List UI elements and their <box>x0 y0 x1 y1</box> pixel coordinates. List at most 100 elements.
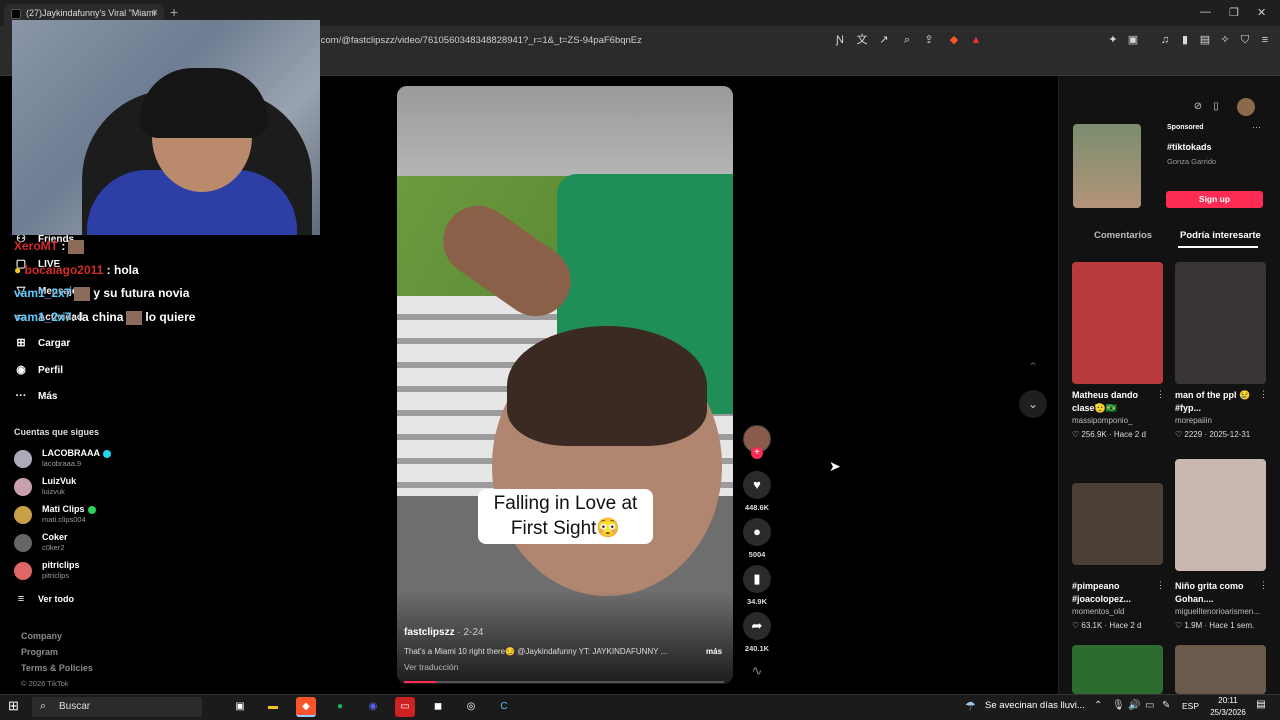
obs-icon[interactable]: ◎ <box>461 697 481 717</box>
verified-badge-icon <box>87 505 96 514</box>
nav-label: Cargar <box>38 337 71 349</box>
video-caption: Falling in Love at First Sight😳 <box>478 489 653 544</box>
weather-text[interactable]: Se avecinan días lluvi... <box>985 700 1085 711</box>
share-icon[interactable]: ⇪ <box>922 33 936 47</box>
ad-author: Gonza Garrido <box>1167 157 1217 166</box>
restore-icon[interactable]: ❐ <box>1229 6 1239 19</box>
follow-plus-icon[interactable]: + <box>751 447 763 459</box>
open-external-icon[interactable]: ↗ <box>877 33 891 47</box>
webcam-overlay <box>12 20 320 235</box>
ad-menu-icon[interactable]: ··· <box>1252 122 1261 132</box>
card-stats: ♡ 1.9M · Hace 1 sem. <box>1175 621 1255 630</box>
card-stats: ♡ 2229 · 2025-12-31 <box>1175 430 1251 439</box>
previous-video-button[interactable]: ⌃ <box>1019 353 1047 381</box>
nav-upload[interactable]: ⊞ Cargar <box>14 336 70 350</box>
account-handle: c0ker2 <box>42 543 65 552</box>
card-author: momentos_old <box>1072 607 1125 616</box>
no-translate-icon[interactable]: Ɲ <box>833 33 847 47</box>
leo-icon[interactable]: ✧ <box>1218 33 1232 47</box>
ad-hashtag[interactable]: #tiktokads <box>1167 142 1212 152</box>
share-button[interactable]: ➦ <box>743 612 771 640</box>
emote-icon <box>68 239 85 254</box>
ad-thumbnail[interactable] <box>1073 124 1141 208</box>
windows-start-icon[interactable]: ⊞ <box>8 698 19 714</box>
screenshot-icon[interactable]: ▣ <box>1126 33 1140 47</box>
minimize-icon[interactable]: — <box>1200 6 1211 18</box>
discord-icon[interactable]: ◉ <box>363 697 383 717</box>
volume-icon[interactable]: 🔊 <box>1128 700 1140 711</box>
see-all-link[interactable]: ≡ Ver todo <box>14 592 74 606</box>
save-button[interactable]: ▮ <box>743 565 771 593</box>
tab-comments[interactable]: Comentarios <box>1094 230 1152 241</box>
clock-time[interactable]: 20:11 <box>1210 696 1246 705</box>
music-icon[interactable]: ♫ <box>1158 33 1172 47</box>
tab-recommended[interactable]: Podría interesarte <box>1180 230 1261 241</box>
translate-link[interactable]: Ver traducción <box>404 662 458 672</box>
see-all-label: Ver todo <box>38 594 75 604</box>
rewards-icon[interactable]: ▲ <box>969 33 983 47</box>
list-icon: ≡ <box>17 593 25 605</box>
video-author[interactable]: fastclipszz · 2-24 <box>404 627 483 638</box>
emote-icon <box>74 286 91 301</box>
following-title: Cuentas que sigues <box>14 427 100 437</box>
vpn-icon[interactable]: ⛉ <box>1238 33 1252 47</box>
microphone-icon[interactable]: 🎙 <box>1112 700 1125 711</box>
comment-button[interactable]: ● <box>743 518 771 546</box>
card-menu-icon[interactable]: ⋮ <box>1259 389 1268 400</box>
notification-icon[interactable]: ▤ <box>1254 699 1268 713</box>
card-stats: ♡ 63.1K · Hace 2 d <box>1072 621 1142 630</box>
window-close-icon[interactable]: ✕ <box>1257 6 1266 19</box>
file-explorer-icon[interactable]: ▬ <box>263 697 283 717</box>
brave-browser-icon[interactable]: ◆ <box>296 697 316 717</box>
nav-more[interactable]: ··· Más <box>14 389 58 403</box>
user-avatar[interactable] <box>1237 98 1255 116</box>
voicemeeter-icon[interactable]: ▭ <box>395 697 415 717</box>
sound-button[interactable]: ∿ <box>743 657 771 685</box>
translate-icon[interactable]: 文 <box>855 33 869 47</box>
card-menu-icon[interactable]: ⋮ <box>1156 389 1165 400</box>
extensions-icon[interactable]: ✦ <box>1106 33 1120 47</box>
card-thumbnail[interactable] <box>1175 645 1266 694</box>
card-menu-icon[interactable]: ⋮ <box>1156 580 1165 591</box>
video-progress-bar[interactable] <box>404 681 724 683</box>
like-button[interactable]: ♥ <box>743 471 771 499</box>
share-count: 240.1K <box>744 644 770 653</box>
spotify-icon[interactable]: ● <box>330 697 350 717</box>
next-video-button[interactable]: ⌄ <box>1019 390 1047 418</box>
menu-icon[interactable]: ≡ <box>1258 33 1272 47</box>
language-indicator[interactable]: ESP <box>1182 701 1199 711</box>
new-tab-icon[interactable]: + <box>170 4 178 20</box>
footer-link[interactable]: Terms & Policies <box>21 663 93 673</box>
account-handle: lacobraaa.9 <box>42 459 82 468</box>
sidebar-icon[interactable]: ▮ <box>1178 33 1192 47</box>
app-icon[interactable]: ◼ <box>428 697 448 717</box>
pen-icon[interactable]: ✎ <box>1162 700 1170 711</box>
footer-link[interactable]: Program <box>21 647 58 657</box>
card-title: man of the ppl 😢 #fyp... <box>1175 390 1251 413</box>
upload-icon: ⊞ <box>16 337 26 349</box>
sign-up-button[interactable]: Sign up <box>1166 191 1263 208</box>
url-field[interactable]: .com/@fastclipszz/video/7610560348348828… <box>318 35 642 46</box>
like-count: 448.6K <box>744 503 770 512</box>
task-view-icon[interactable]: ▣ <box>230 697 250 717</box>
brave-shield-icon[interactable]: ◆ <box>947 33 961 47</box>
network-icon[interactable]: ▭ <box>1145 700 1154 711</box>
card-menu-icon[interactable]: ⋮ <box>1259 580 1268 591</box>
tray-chevron-icon[interactable]: ⌃ <box>1094 700 1102 711</box>
footer-link[interactable]: Company <box>21 631 62 641</box>
video-player[interactable] <box>397 86 733 684</box>
more-icon: ··· <box>15 390 27 402</box>
compass-icon[interactable]: ⊘ <box>1189 98 1207 116</box>
tiktok-favicon-icon <box>11 9 21 19</box>
active-tab-indicator <box>1178 246 1258 248</box>
clock-date[interactable]: 25/3/2026 <box>1204 708 1252 717</box>
card-thumbnail[interactable] <box>1072 645 1163 694</box>
zoom-icon[interactable]: ⌕ <box>900 33 914 47</box>
more-button[interactable]: más <box>706 647 722 656</box>
wallet-icon[interactable]: ▤ <box>1198 33 1212 47</box>
nav-profile[interactable]: ◉ Perfil <box>14 363 63 377</box>
phone-icon[interactable]: ▯ <box>1207 98 1225 116</box>
card-thumbnail <box>1175 262 1266 384</box>
taskbar-search[interactable] <box>32 697 202 717</box>
app-icon[interactable]: C <box>494 697 514 717</box>
